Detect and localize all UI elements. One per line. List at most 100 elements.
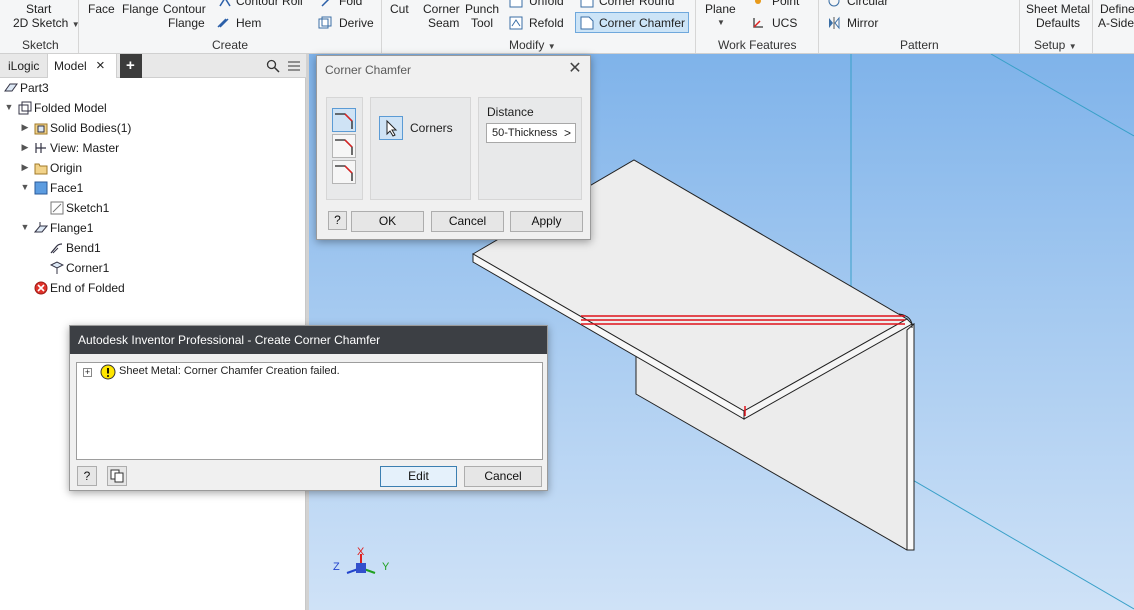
chevron-right-icon[interactable]: ▶ bbox=[20, 122, 30, 133]
corner-seam-button[interactable]: Corner bbox=[423, 2, 460, 16]
derive-button[interactable]: Derive bbox=[339, 16, 374, 30]
chamfer-distance-angle-button[interactable] bbox=[332, 134, 356, 158]
corner-round-icon bbox=[580, 0, 594, 8]
sketch-icon bbox=[50, 201, 64, 215]
browser-tabs: iLogic Model × + bbox=[0, 54, 306, 78]
copy-icon bbox=[110, 469, 124, 483]
start-sketch-button-line2[interactable]: 2D Sketch ▼ bbox=[13, 16, 80, 32]
flange-button[interactable]: Flange bbox=[122, 2, 159, 16]
unfold-button[interactable]: Unfold bbox=[529, 0, 564, 8]
group-setup[interactable]: Setup ▼ bbox=[1034, 38, 1077, 52]
chevron-down-icon[interactable]: ▼ bbox=[20, 222, 30, 232]
error-dialog: Autodesk Inventor Professional - Create … bbox=[69, 325, 548, 491]
chevron-down-icon[interactable]: ▼ bbox=[4, 102, 14, 112]
tree-item-face1[interactable]: Face1 bbox=[34, 178, 83, 198]
face-feature-icon bbox=[34, 181, 48, 195]
chevron-down-icon[interactable]: ▼ bbox=[717, 18, 725, 27]
chevron-right-icon[interactable]: ▶ bbox=[20, 142, 30, 153]
unfold-icon bbox=[509, 0, 523, 8]
dialog-title[interactable]: Corner Chamfer bbox=[317, 56, 587, 84]
cut-button[interactable]: Cut bbox=[390, 2, 409, 16]
chevron-down-icon[interactable]: ▼ bbox=[1069, 42, 1077, 51]
refold-button[interactable]: Refold bbox=[529, 16, 564, 30]
chevron-right-icon[interactable]: ▶ bbox=[20, 162, 30, 173]
tab-ilogic[interactable]: iLogic bbox=[2, 54, 45, 78]
close-tab-icon[interactable]: × bbox=[90, 54, 111, 78]
corners-select-button[interactable] bbox=[379, 116, 403, 140]
contour-flange-button-line2[interactable]: Flange bbox=[168, 16, 205, 30]
tree-item-flange1[interactable]: Flange1 bbox=[34, 218, 93, 238]
search-icon[interactable] bbox=[266, 59, 280, 73]
tree-item-part[interactable]: Part3 bbox=[4, 78, 49, 98]
ok-button[interactable]: OK bbox=[351, 211, 424, 232]
view-icon bbox=[35, 143, 46, 153]
ribbon: Start 2D Sketch ▼ Sketch Face Flange Con… bbox=[0, 0, 1134, 54]
tree-item-folded-model[interactable]: Folded Model bbox=[18, 98, 107, 118]
chevron-down-icon[interactable]: ▼ bbox=[20, 182, 30, 192]
corners-group bbox=[370, 97, 471, 200]
tree-item-solid-bodies[interactable]: Solid Bodies(1) bbox=[34, 118, 131, 138]
contour-roll-button[interactable]: Contour Roll bbox=[236, 0, 303, 8]
chamfer-one-distance-button[interactable] bbox=[332, 108, 356, 132]
tree-item-origin[interactable]: Origin bbox=[34, 158, 82, 178]
triad-y-label: Y bbox=[382, 561, 390, 573]
cancel-button[interactable]: Cancel bbox=[464, 466, 542, 487]
mirror-button[interactable]: Mirror bbox=[847, 16, 878, 30]
sheet-metal-defaults-button[interactable]: Sheet Metal bbox=[1026, 2, 1090, 16]
help-button[interactable]: ? bbox=[328, 211, 347, 230]
corner-seam-button-line2[interactable]: Seam bbox=[428, 16, 459, 30]
chamfer-two-distance-icon bbox=[335, 165, 353, 181]
chevron-right-icon[interactable]: > bbox=[564, 124, 571, 142]
circular-pattern-button[interactable]: Circular bbox=[847, 0, 888, 8]
help-icon: ? bbox=[334, 213, 341, 227]
flange-edge[interactable] bbox=[906, 322, 915, 551]
hamburger-menu-icon[interactable] bbox=[288, 60, 300, 72]
contour-roll-icon bbox=[219, 0, 231, 7]
group-work-features: Work Features bbox=[718, 38, 797, 52]
face-button[interactable]: Face bbox=[88, 2, 115, 16]
triad-z-label: Z bbox=[333, 561, 340, 573]
part-icon bbox=[4, 83, 18, 92]
tree-item-view-master[interactable]: View: Master bbox=[34, 138, 119, 158]
view-triad[interactable]: X Z Y bbox=[333, 546, 390, 574]
define-aside-button-line2[interactable]: A-Side bbox=[1098, 16, 1134, 30]
sheet-metal-defaults-button-line2[interactable]: Defaults bbox=[1036, 16, 1080, 30]
error-dialog-title[interactable]: Autodesk Inventor Professional - Create … bbox=[70, 326, 547, 354]
start-sketch-button[interactable]: Start bbox=[26, 2, 51, 16]
copy-to-clipboard-button[interactable] bbox=[107, 466, 127, 486]
group-pattern: Pattern bbox=[900, 38, 939, 52]
expand-icon[interactable]: + bbox=[83, 368, 92, 377]
group-modify[interactable]: Modify ▼ bbox=[509, 38, 556, 52]
fold-button[interactable]: Fold bbox=[339, 0, 362, 8]
error-message-list[interactable]: + Sheet Metal: Corner Chamfer Creation f… bbox=[76, 362, 543, 460]
add-tab-icon[interactable]: + bbox=[120, 54, 142, 78]
cancel-button[interactable]: Cancel bbox=[431, 211, 504, 232]
chamfer-two-distance-button[interactable] bbox=[332, 160, 356, 184]
error-message: Sheet Metal: Corner Chamfer Creation fai… bbox=[119, 365, 340, 377]
ucs-button[interactable]: UCS bbox=[772, 16, 797, 30]
edit-button[interactable]: Edit bbox=[380, 466, 457, 487]
corner-round-button[interactable]: Corner Round bbox=[599, 0, 674, 8]
apply-button[interactable]: Apply bbox=[510, 211, 583, 232]
punch-tool-button-line2[interactable]: Tool bbox=[471, 16, 493, 30]
tree-item-corner1[interactable]: Corner1 bbox=[50, 258, 109, 278]
point-button[interactable]: Point bbox=[772, 0, 799, 8]
chevron-down-icon[interactable]: ▼ bbox=[548, 42, 556, 51]
tree-item-end-of-folded[interactable]: End of Folded bbox=[34, 278, 125, 298]
triad-x-label: X bbox=[357, 546, 365, 558]
punch-tool-button[interactable]: Punch bbox=[465, 2, 499, 16]
ribbon-separator bbox=[381, 0, 382, 53]
help-button[interactable]: ? bbox=[77, 466, 97, 486]
refold-icon bbox=[509, 16, 523, 30]
contour-flange-button[interactable]: Contour bbox=[163, 2, 206, 16]
define-aside-button[interactable]: Define bbox=[1100, 2, 1134, 16]
plane-dropdown[interactable]: ▼ bbox=[717, 14, 725, 30]
hem-button[interactable]: Hem bbox=[236, 16, 261, 30]
ribbon-separator bbox=[818, 0, 819, 53]
solid-bodies-folder-icon bbox=[34, 123, 48, 135]
warning-icon bbox=[100, 364, 116, 380]
tree-item-sketch1[interactable]: Sketch1 bbox=[50, 198, 109, 218]
distance-input[interactable]: 50-Thickness > bbox=[486, 123, 576, 143]
close-icon[interactable]: ✕ bbox=[567, 60, 583, 78]
tree-item-bend1[interactable]: Bend1 bbox=[50, 238, 101, 258]
